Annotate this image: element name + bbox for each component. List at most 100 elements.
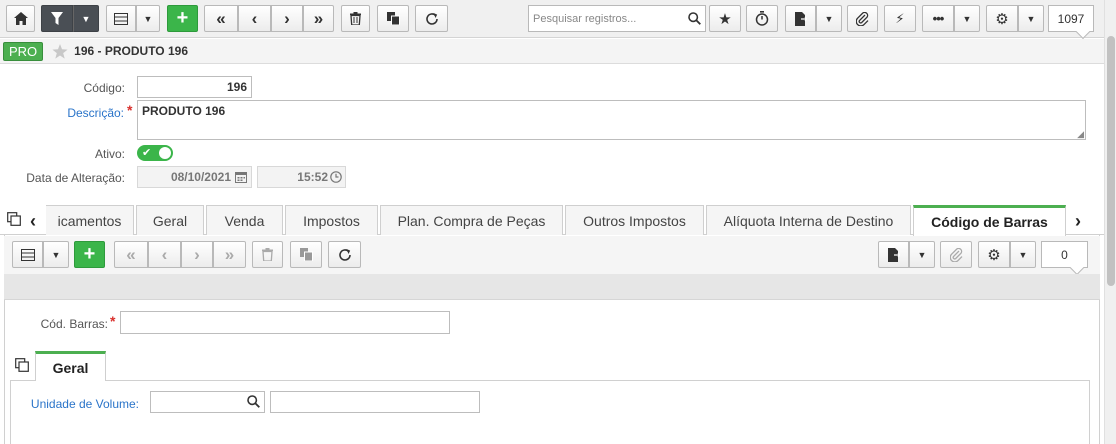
- sub-delete-button[interactable]: [252, 241, 283, 268]
- unidade-volume-code-input[interactable]: [150, 391, 265, 413]
- delete-button[interactable]: [341, 5, 370, 32]
- sub-add-button[interactable]: +: [74, 241, 105, 268]
- tabs-scroll-left-icon[interactable]: ‹: [30, 211, 36, 232]
- first-record-button[interactable]: «: [204, 5, 238, 32]
- tab-codigo-barras[interactable]: Código de Barras: [913, 205, 1066, 236]
- ativo-toggle[interactable]: ✔: [137, 145, 173, 161]
- chevron-left-icon: ‹: [161, 244, 168, 264]
- home-button[interactable]: [6, 5, 35, 32]
- sub-refresh-button[interactable]: [328, 241, 361, 268]
- last-record-button[interactable]: »: [303, 5, 334, 32]
- settings-button[interactable]: ⚙: [986, 5, 1018, 32]
- unidade-volume-desc-input[interactable]: [270, 391, 480, 413]
- gear-icon: ⚙: [987, 246, 1001, 264]
- codigo-field[interactable]: 196: [137, 76, 252, 98]
- cod-barras-label: Cód. Barras:: [40, 317, 108, 331]
- copy-tabs-icon[interactable]: [7, 212, 21, 226]
- more-dropdown-button[interactable]: ▼: [954, 5, 980, 32]
- view-mode-dropdown-button[interactable]: ▼: [136, 5, 160, 32]
- trash-icon: [262, 248, 273, 261]
- sub-previous-button[interactable]: ‹: [148, 241, 181, 268]
- search-box: [528, 5, 706, 32]
- star-icon: ★: [718, 10, 732, 28]
- copy-subtabs-icon[interactable]: [15, 358, 29, 372]
- copy-icon: [299, 248, 313, 261]
- search-icon[interactable]: [247, 395, 260, 411]
- settings-dropdown-button[interactable]: ▼: [1018, 5, 1044, 32]
- attachment-button[interactable]: [847, 5, 878, 32]
- resize-handle-icon[interactable]: ◢: [1077, 130, 1084, 139]
- sub-view-mode-dropdown-button[interactable]: ▼: [43, 241, 69, 268]
- chevron-right-icon: ›: [194, 244, 200, 264]
- paperclip-icon: [856, 11, 869, 26]
- sub-first-button[interactable]: «: [114, 241, 148, 268]
- sub-view-mode-button[interactable]: [12, 241, 43, 268]
- sub-report-dropdown-button[interactable]: ▼: [909, 241, 935, 268]
- timer-button[interactable]: [746, 5, 778, 32]
- page-scrollbar[interactable]: [1104, 0, 1116, 444]
- check-icon: ✔: [142, 147, 152, 159]
- toggle-knob: [159, 147, 171, 159]
- tab-impostos[interactable]: Impostos: [285, 205, 378, 235]
- unidade-volume-label: Unidade de Volume:: [30, 397, 139, 411]
- descricao-value: PRODUTO 196: [142, 104, 226, 118]
- trash-icon: [350, 12, 361, 25]
- report-button[interactable]: [785, 5, 816, 32]
- search-icon[interactable]: [683, 12, 705, 25]
- chevron-right-icon: ›: [284, 8, 290, 28]
- gear-icon: ⚙: [995, 10, 1009, 28]
- list-view-icon: [20, 248, 35, 261]
- data-alteracao-value: 08/10/2021: [170, 170, 231, 184]
- report-dropdown-button[interactable]: ▼: [816, 5, 842, 32]
- sub-last-button[interactable]: »: [213, 241, 246, 268]
- caret-down-icon: ▼: [824, 13, 834, 24]
- sub-attachment-button[interactable]: [940, 241, 972, 268]
- double-chevron-left-icon: «: [216, 8, 226, 28]
- ellipsis-icon: •••: [932, 11, 945, 26]
- next-record-button[interactable]: ›: [271, 5, 303, 32]
- previous-record-button[interactable]: ‹: [238, 5, 271, 32]
- sub-settings-dropdown-button[interactable]: ▼: [1010, 241, 1036, 268]
- sub-settings-button[interactable]: ⚙: [978, 241, 1010, 268]
- copy-button[interactable]: [377, 5, 409, 32]
- sub-report-button[interactable]: [878, 241, 909, 268]
- descricao-field[interactable]: PRODUTO 196 ◢: [137, 100, 1086, 140]
- more-button[interactable]: •••: [922, 5, 954, 32]
- tab-medicamentos[interactable]: icamentos: [46, 205, 134, 235]
- filter-dropdown-button[interactable]: ▼: [73, 5, 99, 32]
- add-record-button[interactable]: +: [167, 5, 198, 32]
- main-tabs: ‹ icamentos Geral Venda Impostos Plan. C…: [0, 205, 1104, 236]
- view-mode-button[interactable]: [106, 5, 136, 32]
- lightning-icon: ⚡: [895, 10, 905, 26]
- refresh-button[interactable]: [415, 5, 448, 32]
- codigo-label: Código:: [83, 81, 125, 95]
- caret-down-icon: ▼: [962, 13, 972, 24]
- scrollbar-thumb[interactable]: [1107, 36, 1115, 286]
- caret-down-icon: ▼: [1026, 13, 1036, 24]
- ativo-label: Ativo:: [94, 147, 125, 161]
- record-count: 1097: [1048, 5, 1094, 32]
- favorite-star-icon[interactable]: [52, 43, 68, 59]
- sub-copy-button[interactable]: [290, 241, 322, 268]
- filter-button[interactable]: [41, 5, 73, 32]
- calendar-icon: [235, 171, 247, 186]
- data-alteracao-field: 08/10/2021: [137, 166, 252, 188]
- cod-barras-input[interactable]: [120, 311, 450, 334]
- subtab-geral[interactable]: Geral: [35, 351, 106, 381]
- record-title-bar: PRO 196 - PRODUTO 196: [0, 39, 1104, 64]
- tab-aliquota-interna-destino[interactable]: Alíquota Interna de Destino: [706, 205, 911, 235]
- tab-plan-compra-pecas[interactable]: Plan. Compra de Peças: [380, 205, 563, 235]
- tab-venda[interactable]: Venda: [206, 205, 283, 235]
- plus-icon: +: [83, 243, 96, 265]
- sub-next-button[interactable]: ›: [181, 241, 213, 268]
- tab-geral[interactable]: Geral: [136, 205, 204, 235]
- descricao-label: Descrição:: [67, 106, 124, 120]
- caret-down-icon: ▼: [143, 13, 153, 24]
- tabs-scroll-right-icon[interactable]: ›: [1075, 211, 1081, 232]
- favorite-button[interactable]: ★: [709, 5, 741, 32]
- search-input[interactable]: [529, 6, 683, 31]
- hora-alteracao-field: 15:52: [257, 166, 346, 188]
- module-badge: PRO: [3, 41, 44, 61]
- actions-button[interactable]: ⚡: [884, 5, 916, 32]
- tab-outros-impostos[interactable]: Outros Impostos: [565, 205, 704, 235]
